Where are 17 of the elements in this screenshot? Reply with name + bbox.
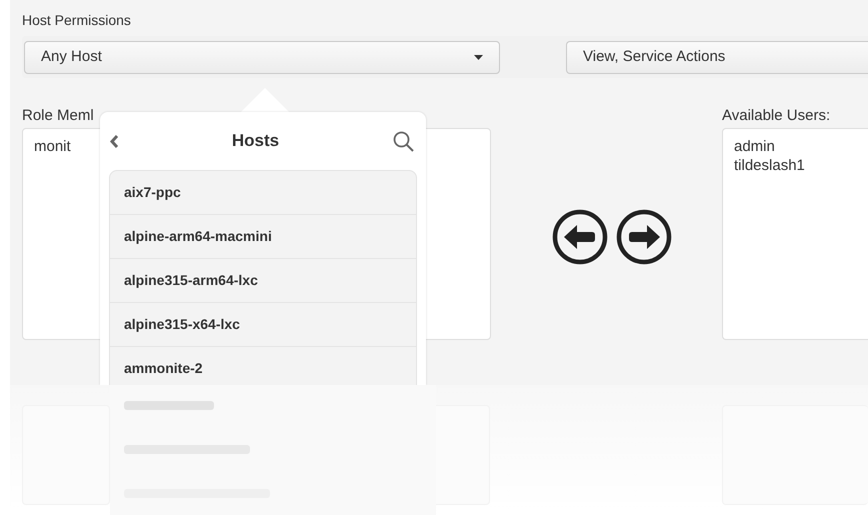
caret-icon bbox=[474, 54, 483, 60]
section-title: Host Permissions bbox=[22, 12, 131, 28]
host-item[interactable]: alpine315-arm64-lxc bbox=[110, 259, 416, 303]
host-item[interactable]: alpine315-x64-lxc bbox=[110, 303, 416, 347]
actions-select[interactable]: View, Service Actions bbox=[566, 40, 868, 74]
host-select[interactable]: Any Host bbox=[24, 40, 500, 74]
user-name[interactable]: monit bbox=[34, 138, 71, 155]
available-users-label: Available Users: bbox=[722, 107, 830, 124]
back-icon[interactable] bbox=[110, 134, 118, 148]
available-users-list[interactable]: admin tildeslash1 bbox=[722, 128, 868, 340]
search-icon[interactable] bbox=[393, 130, 414, 152]
user-name[interactable]: admin bbox=[734, 138, 775, 155]
user-name[interactable]: tildeslash1 bbox=[734, 157, 805, 174]
popover-title: Hosts bbox=[230, 130, 280, 152]
role-members-label: Role Meml bbox=[22, 107, 94, 124]
host-item[interactable]: aix7-ppc bbox=[110, 171, 416, 215]
host-item[interactable]: alpine-arm64-macmini bbox=[110, 215, 416, 259]
